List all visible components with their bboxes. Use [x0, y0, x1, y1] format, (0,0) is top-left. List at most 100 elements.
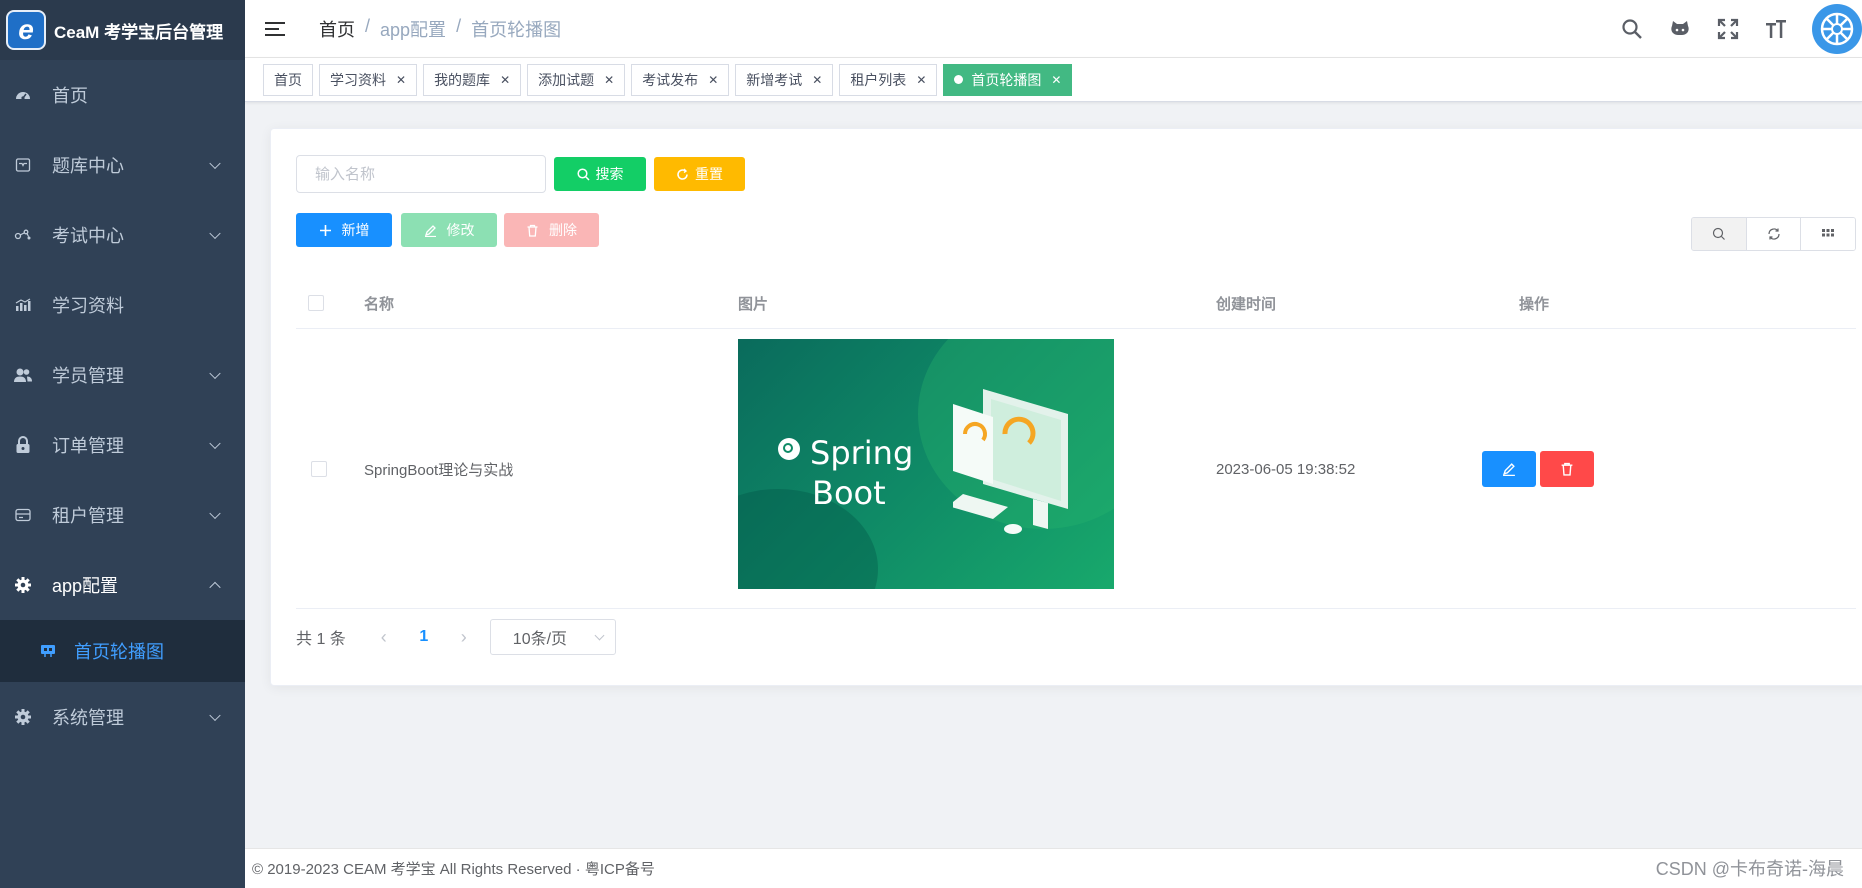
chevron-down-icon — [209, 507, 221, 520]
inbox-icon — [14, 156, 32, 174]
copyright-text: © 2019-2023 CEAM 考学宝 All Rights Reserved… — [252, 861, 655, 878]
sidebar-item-home[interactable]: 首页 — [0, 60, 245, 130]
pagination-total: 共 1 条 — [296, 631, 346, 648]
column-header-name: 名称 — [364, 295, 395, 313]
search-button[interactable]: 搜索 — [554, 157, 646, 191]
column-header-image: 图片 — [738, 295, 769, 313]
next-page-icon[interactable]: › — [444, 627, 484, 648]
row-edit-button[interactable] — [1482, 451, 1536, 487]
tag-add-question[interactable]: 添加试题 ✕ — [527, 63, 626, 96]
columns-icon[interactable] — [1801, 218, 1855, 250]
active-dot-icon — [954, 75, 964, 84]
column-header-created: 创建时间 — [1216, 295, 1277, 313]
trash-icon — [527, 224, 538, 237]
top-navbar: 首页 / app配置 / 首页轮播图 — [245, 0, 1862, 58]
close-icon[interactable]: ✕ — [604, 73, 614, 87]
sidebar-item-study-materials[interactable]: 学习资料 — [0, 270, 245, 340]
breadcrumb-home[interactable]: 首页 — [319, 16, 355, 42]
breadcrumb: 首页 / app配置 / 首页轮播图 — [319, 16, 561, 42]
font-size-icon[interactable] — [1764, 17, 1788, 41]
chart-icon — [14, 296, 32, 314]
chevron-down-icon — [209, 227, 221, 240]
sidebar-item-label: 首页 — [52, 86, 88, 106]
sidebar-item-system[interactable]: 系统管理 — [0, 682, 245, 752]
column-header-actions: 操作 — [1519, 295, 1550, 313]
user-avatar[interactable] — [1812, 4, 1862, 54]
chevron-down-icon — [209, 367, 221, 380]
chevron-down-icon — [594, 630, 605, 641]
app-title: CeaM 考学宝后台管理 — [54, 22, 224, 42]
breadcrumb-app-config: app配置 — [380, 19, 447, 40]
row-delete-button[interactable] — [1540, 451, 1594, 487]
sidebar-item-label: 学员管理 — [52, 366, 124, 386]
search-icon — [576, 167, 590, 181]
sidebar: e CeaM 考学宝后台管理 首页 题库中心 考试中心 学习资料 学员管理 订单… — [0, 0, 245, 888]
breadcrumb-current: 首页轮播图 — [471, 19, 562, 40]
sidebar-item-orders[interactable]: 订单管理 — [0, 410, 245, 480]
tag-exam-publish[interactable]: 考试发布 ✕ — [631, 63, 730, 96]
table-header: 名称 图片 创建时间 操作 — [296, 277, 1856, 329]
sidebar-item-label: 学习资料 — [52, 296, 124, 316]
computer-illustration — [953, 389, 1068, 534]
tag-tenant-list[interactable]: 租户列表 ✕ — [839, 63, 938, 96]
sidebar-item-exam-center[interactable]: 考试中心 — [0, 200, 245, 270]
prev-page-icon[interactable]: ‹ — [364, 627, 404, 648]
plus-icon — [319, 224, 331, 236]
carousel-image[interactable]: Spring Boot — [738, 339, 1114, 589]
refresh-icon — [677, 168, 688, 180]
sidebar-item-question-bank[interactable]: 题库中心 — [0, 130, 245, 200]
watermark: CSDN @卡布奇诺-海晨 — [1655, 859, 1844, 879]
sidebar-subitem-label: 首页轮播图 — [74, 642, 164, 662]
search-icon[interactable] — [1620, 17, 1644, 41]
close-icon[interactable]: ✕ — [916, 73, 926, 87]
toggle-search-icon[interactable] — [1692, 218, 1747, 250]
close-icon[interactable]: ✕ — [396, 73, 406, 87]
carousel-table: 名称 图片 创建时间 操作 SpringBoot理论与实战 Spring Boo… — [296, 277, 1856, 609]
tag-my-question-bank[interactable]: 我的题库 ✕ — [423, 63, 522, 96]
tags-view: 首页 学习资料 ✕ 我的题库 ✕ 添加试题 ✕ 考试发布 ✕ 新增考试 ✕ 租户列表 ✕ 首… — [245, 58, 1862, 102]
sidebar-subitem-home-carousel[interactable]: 首页轮播图 — [0, 620, 245, 682]
power-icon — [778, 438, 800, 460]
sidebar-item-label: 租户管理 — [52, 506, 124, 526]
page-number[interactable]: 1 — [404, 628, 444, 646]
github-icon[interactable] — [1668, 17, 1692, 41]
sidebar-item-tenants[interactable]: 租户管理 — [0, 480, 245, 550]
tag-study-materials[interactable]: 学习资料 ✕ — [319, 63, 418, 96]
tag-home-carousel[interactable]: 首页轮播图 ✕ — [943, 63, 1073, 96]
tag-new-exam[interactable]: 新增考试 ✕ — [735, 63, 834, 96]
row-created-time: 2023-06-05 19:38:52 — [1216, 460, 1356, 478]
close-icon[interactable]: ✕ — [1051, 73, 1061, 87]
refresh-icon[interactable] — [1746, 218, 1802, 250]
breadcrumb-separator: / — [456, 15, 462, 36]
name-search-input[interactable] — [296, 155, 546, 193]
add-button[interactable]: 新增 — [296, 213, 392, 247]
gear-icon — [14, 708, 32, 726]
close-icon[interactable]: ✕ — [708, 73, 718, 87]
close-icon[interactable]: ✕ — [500, 73, 510, 87]
menu-toggle-icon[interactable] — [265, 21, 289, 36]
reset-button[interactable]: 重置 — [654, 157, 745, 191]
tag-home[interactable]: 首页 — [263, 63, 313, 96]
row-checkbox[interactable] — [311, 461, 327, 477]
page-size-select[interactable]: 10条/页 — [489, 619, 616, 655]
breadcrumb-separator: / — [365, 15, 371, 36]
delete-button[interactable]: 删除 — [504, 213, 599, 247]
chevron-down-icon — [209, 157, 221, 170]
edit-button[interactable]: 修改 — [401, 213, 497, 247]
dashboard-icon — [14, 86, 32, 104]
sidebar-menu: 首页 题库中心 考试中心 学习资料 学员管理 订单管理 租户管理 app配置 首… — [0, 60, 245, 752]
sidebar-item-app-config[interactable]: app配置 — [0, 550, 245, 620]
gear-icon — [14, 576, 32, 594]
header-actions — [1620, 0, 1862, 58]
sidebar-item-label: 考试中心 — [52, 226, 124, 246]
fullscreen-icon[interactable] — [1716, 17, 1740, 41]
app-logo[interactable]: e CeaM 考学宝后台管理 — [0, 0, 245, 60]
card-icon — [14, 506, 32, 524]
close-icon[interactable]: ✕ — [812, 73, 822, 87]
chevron-down-icon — [209, 709, 221, 722]
sidebar-item-label: 系统管理 — [52, 708, 124, 728]
table-tools — [1691, 217, 1856, 251]
sidebar-item-students[interactable]: 学员管理 — [0, 340, 245, 410]
row-name: SpringBoot理论与实战 — [364, 461, 514, 479]
select-all-checkbox[interactable] — [308, 295, 324, 311]
